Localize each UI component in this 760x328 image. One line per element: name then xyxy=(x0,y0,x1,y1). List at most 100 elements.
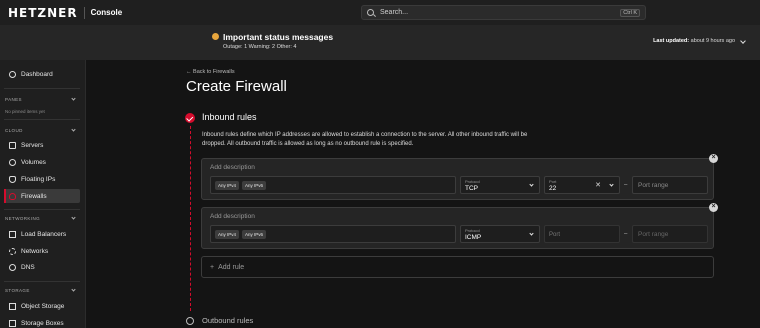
sidebar-item-dashboard[interactable]: Dashboard xyxy=(4,67,80,81)
section-label: CLOUD xyxy=(5,128,23,133)
sidebar-item-label: Servers xyxy=(21,141,44,149)
sidebar-divider xyxy=(4,88,80,89)
object-storage-icon xyxy=(9,302,16,310)
port-range-input: Port range xyxy=(632,225,708,243)
network-icon xyxy=(9,247,16,255)
floating-ip-icon xyxy=(9,175,16,183)
protocol-select[interactable]: Protocol ICMP xyxy=(460,225,540,243)
last-updated-label: Last updated: xyxy=(653,38,690,44)
protocol-value: TCP xyxy=(465,185,478,192)
sidebar-item-load-balancers[interactable]: Load Balancers xyxy=(4,227,80,241)
chevron-down-icon xyxy=(529,182,534,187)
hetzner-logo[interactable]: HETZNER xyxy=(8,6,78,20)
clear-icon[interactable]: ✕ xyxy=(595,182,601,189)
last-updated-value: about 9 hours ago xyxy=(690,38,735,44)
last-updated: Last updated: about 9 hours ago xyxy=(653,38,735,44)
range-separator: – xyxy=(624,182,628,188)
inbound-rule-card: Add description Any IPv4 Any IPv6 Protoc… xyxy=(201,154,718,200)
sidebar-item-label: Networks xyxy=(21,247,49,255)
server-icon xyxy=(9,141,16,149)
sidebar-item-object-storage[interactable]: Object Storage xyxy=(4,299,80,313)
section-label: PANES xyxy=(5,97,22,102)
sidebar-item-servers[interactable]: Servers xyxy=(4,138,80,152)
sidebar-item-volumes[interactable]: Volumes xyxy=(4,155,80,169)
ip-chip[interactable]: Any IPv6 xyxy=(242,180,267,190)
sidebar-item-label: Load Balancers xyxy=(21,230,67,238)
sidebar-divider xyxy=(4,281,80,282)
sidebar-section-cloud[interactable]: CLOUD xyxy=(5,127,76,133)
source-ips-input[interactable]: Any IPv4 Any IPv6 xyxy=(210,176,456,194)
remove-rule-icon[interactable]: × xyxy=(709,203,718,212)
outbound-rules-title[interactable]: Outbound rules xyxy=(202,316,253,325)
inbound-rule-card: Add description Any IPv4 Any IPv6 Protoc… xyxy=(201,203,718,249)
ip-chip[interactable]: Any IPv6 xyxy=(242,229,267,239)
add-rule-label: Add rule xyxy=(218,263,245,271)
sidebar-section-panes[interactable]: PANES xyxy=(5,96,76,102)
search-input[interactable]: Search... Ctrl K xyxy=(361,5,646,20)
port-select[interactable]: Port 22 ✕ xyxy=(544,176,620,194)
port-placeholder: Port xyxy=(549,232,561,238)
status-banner: Important status messages Outage: 1 Warn… xyxy=(0,25,760,60)
port-range-placeholder: Port range xyxy=(638,182,669,189)
search-icon xyxy=(367,9,374,16)
sidebar-item-label: Floating IPs xyxy=(21,175,56,183)
sidebar-item-firewalls[interactable]: Firewalls xyxy=(4,189,80,203)
protocol-value: ICMP xyxy=(465,234,482,241)
chevron-down-icon xyxy=(529,231,534,236)
sidebar: Dashboard PANES No pinned items yet CLOU… xyxy=(0,60,86,328)
source-ips-input[interactable]: Any IPv4 Any IPv6 xyxy=(210,225,456,243)
load-balancer-icon xyxy=(9,230,16,238)
inbound-rules-description: Inbound rules define which IP addresses … xyxy=(202,132,528,147)
status-counts: Outage: 1 Warning: 2 Other: 4 xyxy=(223,44,297,50)
chevron-down-icon xyxy=(71,215,76,220)
add-rule-button[interactable]: + Add rule xyxy=(201,256,714,278)
protocol-label: Protocol xyxy=(465,179,480,184)
warning-icon xyxy=(212,33,219,40)
port-label: Port xyxy=(549,179,557,184)
chevron-down-icon[interactable] xyxy=(740,38,746,44)
range-separator: – xyxy=(624,231,628,237)
ip-chip[interactable]: Any IPv4 xyxy=(215,180,240,190)
sidebar-section-storage[interactable]: STORAGE xyxy=(5,287,76,293)
sidebar-item-label: Firewalls xyxy=(21,192,47,200)
plus-icon: + xyxy=(210,263,215,271)
check-icon xyxy=(185,113,195,123)
sidebar-item-label: Object Storage xyxy=(21,302,65,310)
sidebar-item-label: DNS xyxy=(21,263,35,271)
sidebar-divider xyxy=(4,209,80,210)
sidebar-item-storage-boxes[interactable]: Storage Boxes xyxy=(4,316,80,328)
volume-icon xyxy=(9,158,16,166)
ip-chip[interactable]: Any IPv4 xyxy=(215,229,240,239)
chevron-down-icon xyxy=(71,287,76,292)
remove-rule-icon[interactable]: × xyxy=(709,154,718,163)
firewall-icon xyxy=(9,192,16,200)
globe-icon xyxy=(9,263,16,271)
sidebar-item-networks[interactable]: Networks xyxy=(4,244,80,258)
protocol-select[interactable]: Protocol TCP xyxy=(460,176,540,194)
status-title[interactable]: Important status messages xyxy=(223,32,333,42)
chevron-down-icon xyxy=(71,96,76,101)
sidebar-divider xyxy=(4,119,80,120)
protocol-label: Protocol xyxy=(465,228,480,233)
search-placeholder: Search... xyxy=(380,9,409,16)
back-to-firewalls-link[interactable]: ← Back to Firewalls xyxy=(186,69,235,75)
sidebar-section-networking[interactable]: NETWORKING xyxy=(5,215,76,221)
sidebar-item-label: Storage Boxes xyxy=(21,319,64,327)
section-label: NETWORKING xyxy=(5,216,40,221)
panes-empty-note: No pinned items yet xyxy=(5,109,45,114)
inbound-rules-title[interactable]: Inbound rules xyxy=(202,112,257,122)
rule-description-input[interactable]: Add description xyxy=(210,164,255,171)
step-circle-icon xyxy=(186,317,194,325)
chevron-down-icon xyxy=(71,127,76,132)
search-shortcut: Ctrl K xyxy=(620,8,640,17)
sidebar-item-floating-ips[interactable]: Floating IPs xyxy=(4,172,80,186)
rule-description-input[interactable]: Add description xyxy=(210,213,255,220)
sidebar-item-dns[interactable]: DNS xyxy=(4,260,80,274)
port-range-input[interactable]: Port range xyxy=(632,176,708,194)
chevron-down-icon xyxy=(609,182,614,187)
page-title: Create Firewall xyxy=(186,78,287,95)
step-connector xyxy=(190,126,191,311)
port-value: 22 xyxy=(549,185,557,192)
logo-divider xyxy=(83,6,85,19)
port-select: Port xyxy=(544,225,620,243)
